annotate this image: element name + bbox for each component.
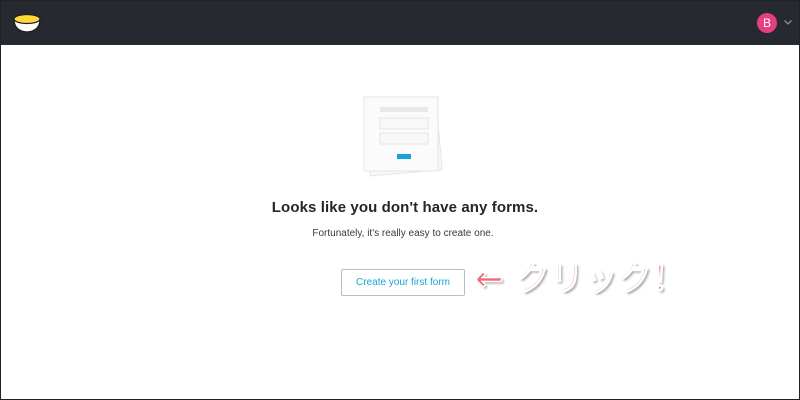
- app-window: B Looks like you don't have any forms. F…: [0, 0, 800, 400]
- user-avatar[interactable]: B: [757, 13, 777, 33]
- empty-state-heading: Looks like you don't have any forms.: [271, 199, 539, 216]
- form-document-icon: [363, 96, 443, 177]
- empty-state-subtext: Fortunately, it's really easy to create …: [312, 228, 494, 239]
- click-annotation: ← クリック！: [474, 258, 686, 300]
- create-first-form-button[interactable]: Create your first form: [341, 269, 465, 296]
- chevron-down-icon[interactable]: [783, 17, 793, 27]
- top-navigation-bar: B: [1, 1, 799, 45]
- bowl-logo-icon[interactable]: [13, 12, 41, 34]
